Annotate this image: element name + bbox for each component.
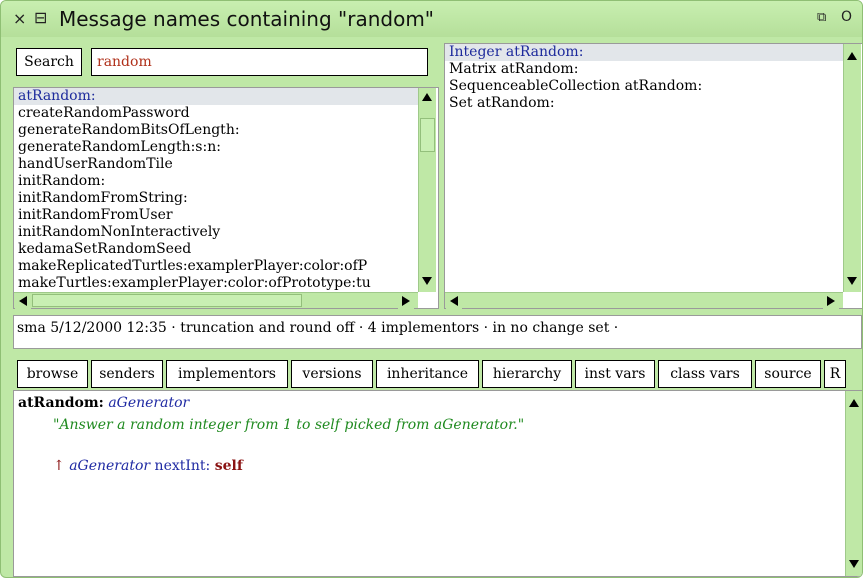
selector-list-item[interactable]: createRandomPassword bbox=[14, 105, 418, 122]
selector-list-hscroll[interactable] bbox=[14, 292, 418, 309]
selector-list-item[interactable]: generateRandomLength:s:n: bbox=[14, 139, 418, 156]
collapse-icon[interactable]: ⧉ bbox=[817, 10, 826, 25]
scroll-up-arrow-icon[interactable] bbox=[419, 89, 435, 105]
implementor-list-item[interactable]: Integer atRandom: bbox=[445, 44, 843, 61]
selector-list-item[interactable]: kedamaSetRandomSeed bbox=[14, 241, 418, 258]
scroll-right-arrow-icon[interactable] bbox=[823, 293, 839, 309]
close-icon[interactable]: × bbox=[13, 9, 26, 28]
method-info-line: sma 5/12/2000 12:35 · truncation and rou… bbox=[17, 320, 619, 336]
implementor-list-item[interactable]: SequenceableCollection atRandom: bbox=[445, 78, 843, 95]
selector-list-item[interactable]: makeReplicatedTurtles:examplerPlayer:col… bbox=[14, 258, 418, 275]
selector-list[interactable]: atRandom: createRandomPassword generateRan… bbox=[14, 88, 418, 292]
toolbar-button-versions[interactable]: versions bbox=[291, 360, 373, 388]
selector-list-pane: atRandom: createRandomPassword generateRan… bbox=[13, 87, 439, 309]
scroll-up-arrow-icon[interactable] bbox=[846, 395, 862, 411]
window-menu-icon[interactable]: ⊟ bbox=[34, 8, 47, 27]
search-input[interactable]: random bbox=[91, 48, 428, 76]
toolbar-button-senders[interactable]: senders bbox=[91, 360, 163, 388]
selector-list-vscroll[interactable] bbox=[418, 88, 436, 292]
toolbar-button-browse[interactable]: browse bbox=[17, 360, 88, 388]
scroll-left-arrow-icon[interactable] bbox=[15, 293, 31, 309]
comment-text: "Answer a random integer from 1 to self … bbox=[53, 417, 525, 433]
scroll-down-arrow-icon[interactable] bbox=[419, 273, 435, 289]
window-title: Message names containing "random" bbox=[59, 7, 434, 31]
search-button[interactable]: Search bbox=[16, 48, 82, 76]
method-comment: "Answer a random integer from 1 to self … bbox=[53, 417, 524, 433]
toolbar-button-implementors[interactable]: implementors bbox=[166, 360, 288, 388]
selector-list-item[interactable]: makeTurtles:examplerPlayer:color:ofProto… bbox=[14, 275, 418, 292]
method-signature: atRandom: aGenerator bbox=[18, 395, 189, 411]
selector-list-item[interactable]: generateRandomBitsOfLength: bbox=[14, 122, 418, 139]
implementors-list[interactable]: Integer atRandom: Matrix atRandom: Sequenc… bbox=[445, 44, 843, 292]
message-names-window: × ⊟ Message names containing "random" ⧉ … bbox=[0, 0, 863, 578]
return-caret-icon: ↑ bbox=[53, 458, 65, 474]
title-bar[interactable]: × ⊟ Message names containing "random" ⧉ … bbox=[1, 1, 862, 37]
toolbar-button-r[interactable]: R bbox=[824, 360, 846, 388]
method-argument: aGenerator bbox=[108, 395, 190, 411]
implementors-list-pane: Integer atRandom: Matrix atRandom: Sequenc… bbox=[444, 43, 862, 309]
scroll-left-arrow-icon[interactable] bbox=[446, 293, 462, 309]
selector-list-item[interactable]: initRandom: bbox=[14, 173, 418, 190]
scroll-down-arrow-icon[interactable] bbox=[844, 273, 860, 289]
toolbar-button-class-vars[interactable]: class vars bbox=[658, 360, 752, 388]
implementor-list-item[interactable]: Matrix atRandom: bbox=[445, 61, 843, 78]
selector-list-item[interactable]: initRandomFromUser bbox=[14, 207, 418, 224]
selector-list-vscroll-thumb[interactable] bbox=[420, 118, 435, 152]
selector-list-hscroll-thumb[interactable] bbox=[32, 294, 302, 307]
toolbar-button-source[interactable]: source bbox=[755, 360, 821, 388]
implementor-list-item[interactable]: Set atRandom: bbox=[445, 95, 843, 112]
selector-list-item[interactable]: handUserRandomTile bbox=[14, 156, 418, 173]
toolbar-button-inheritance[interactable]: inheritance bbox=[376, 360, 479, 388]
selector-list-item[interactable]: initRandomNonInteractively bbox=[14, 224, 418, 241]
body-receiver: aGenerator bbox=[69, 458, 151, 474]
toolbar-button-hierarchy[interactable]: hierarchy bbox=[482, 360, 572, 388]
method-selector: atRandom: bbox=[18, 395, 104, 411]
scroll-right-arrow-icon[interactable] bbox=[398, 293, 414, 309]
method-body: ↑ aGenerator nextInt: self bbox=[53, 458, 243, 474]
body-argument: self bbox=[214, 458, 243, 474]
scroll-up-arrow-icon[interactable] bbox=[844, 48, 860, 64]
expand-icon[interactable]: O bbox=[841, 9, 852, 25]
implementors-list-vscroll[interactable] bbox=[843, 44, 861, 292]
body-message: nextInt: bbox=[154, 458, 211, 474]
code-pane-vscroll[interactable] bbox=[845, 391, 862, 576]
scroll-down-arrow-icon[interactable] bbox=[846, 556, 862, 572]
selector-list-item[interactable]: atRandom: bbox=[14, 88, 418, 105]
implementors-list-hscroll[interactable] bbox=[445, 292, 843, 309]
toolbar-button-inst-vars[interactable]: inst vars bbox=[575, 360, 655, 388]
selector-list-item[interactable]: initRandomFromString: bbox=[14, 190, 418, 207]
